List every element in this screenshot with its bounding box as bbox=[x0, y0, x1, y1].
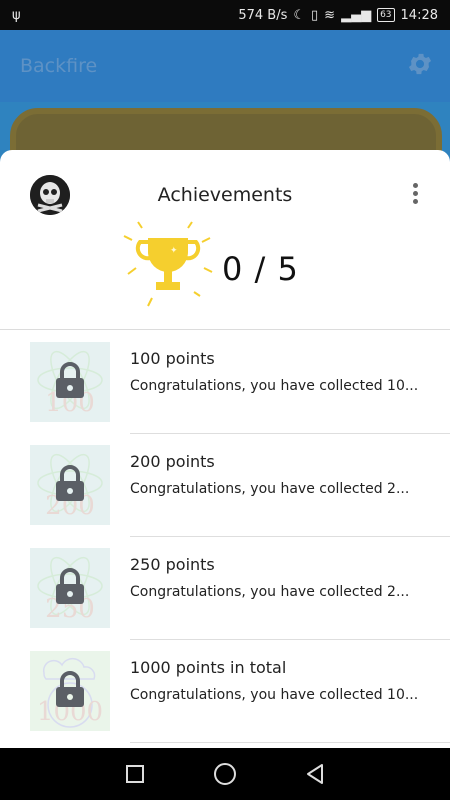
recents-square-icon[interactable] bbox=[120, 759, 150, 789]
time: 14:28 bbox=[400, 7, 438, 23]
back-triangle-icon[interactable] bbox=[300, 759, 330, 789]
achievement-list: 100 100 points Congratulations, you have… bbox=[0, 331, 450, 743]
achievement-badge: 1000 bbox=[30, 651, 110, 731]
status-right: 574 B/s ☾ ▯ ≋ ▂▄▆ 63 14:28 bbox=[238, 8, 438, 23]
home-circle-icon[interactable] bbox=[210, 759, 240, 789]
dnd-moon-icon: ☾ bbox=[293, 7, 306, 23]
lock-icon bbox=[56, 362, 84, 398]
achievement-description: Congratulations, you have collected 2... bbox=[130, 481, 410, 497]
achievement-progress: 0 / 5 bbox=[222, 250, 299, 288]
status-left: ψ bbox=[12, 8, 21, 23]
status-bar: ψ 574 B/s ☾ ▯ ≋ ▂▄▆ 63 14:28 bbox=[0, 0, 450, 30]
signal-icon: ▂▄▆ bbox=[341, 7, 372, 23]
achievement-item[interactable]: 1000 1000 points in total Congratulation… bbox=[0, 640, 450, 743]
achievement-title: 100 points bbox=[130, 349, 215, 368]
achievement-badge: 250 bbox=[30, 548, 110, 628]
achievements-sheet: Achievements ✦ 0 / 5 100 100 points Cong… bbox=[0, 150, 450, 748]
system-nav-bar bbox=[0, 748, 450, 800]
achievement-item[interactable]: 200 200 points Congratulations, you have… bbox=[0, 434, 450, 537]
sheet-title: Achievements bbox=[157, 184, 293, 206]
lock-icon bbox=[56, 568, 84, 604]
more-options-icon[interactable] bbox=[410, 183, 420, 207]
achievement-title: 1000 points in total bbox=[130, 658, 287, 677]
usb-icon: ψ bbox=[12, 7, 21, 23]
achievement-description: Congratulations, you have collected 2... bbox=[130, 584, 410, 600]
lock-icon bbox=[56, 671, 84, 707]
trophy-icon: ✦ bbox=[123, 221, 213, 307]
lock-icon bbox=[56, 465, 84, 501]
vibrate-icon: ▯ bbox=[311, 7, 319, 23]
wifi-icon: ≋ bbox=[324, 7, 336, 23]
achievement-item[interactable]: 250 250 points Congratulations, you have… bbox=[0, 537, 450, 640]
achievement-badge: 200 bbox=[30, 445, 110, 525]
achievement-title: 200 points bbox=[130, 452, 215, 471]
achievement-description: Congratulations, you have collected 10..… bbox=[130, 687, 419, 703]
battery-level: 63 bbox=[377, 8, 395, 22]
app-title: Backfire bbox=[20, 55, 98, 77]
achievement-item[interactable]: 100 100 points Congratulations, you have… bbox=[0, 331, 450, 434]
sheet-header: Achievements ✦ 0 / 5 bbox=[0, 150, 450, 330]
app-bar: Backfire bbox=[0, 30, 450, 102]
achievement-title: 250 points bbox=[130, 555, 215, 574]
settings-gear-icon[interactable] bbox=[406, 50, 434, 82]
network-speed: 574 B/s bbox=[238, 7, 288, 23]
achievement-badge: 100 bbox=[30, 342, 110, 422]
svg-text:✦: ✦ bbox=[170, 246, 178, 256]
achievement-description: Congratulations, you have collected 10..… bbox=[130, 378, 419, 394]
